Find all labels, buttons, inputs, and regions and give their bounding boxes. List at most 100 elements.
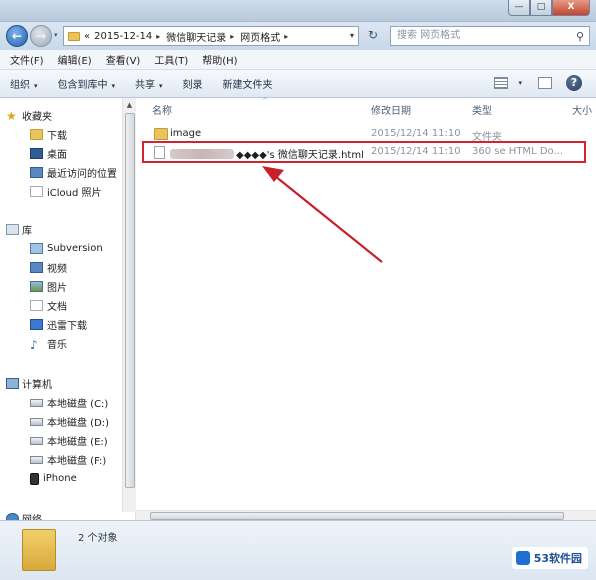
nav-item-iphone[interactable]: iPhone bbox=[0, 469, 122, 488]
iphone-icon bbox=[30, 472, 39, 485]
nav-item-subversion[interactable]: Subversion bbox=[0, 239, 122, 258]
menu-help[interactable]: 帮助(H) bbox=[202, 52, 237, 67]
breadcrumb-overflow[interactable]: « bbox=[84, 31, 90, 42]
hard-drive-icon bbox=[30, 417, 43, 426]
nav-item-recent-places[interactable]: 最近访问的位置 bbox=[0, 163, 122, 182]
downloads-folder-icon bbox=[30, 129, 43, 140]
videos-library-icon bbox=[30, 262, 43, 273]
menu-file[interactable]: 文件(F) bbox=[10, 52, 44, 67]
address-dropdown-icon[interactable]: ▾ bbox=[350, 31, 354, 40]
maximize-button[interactable]: □ bbox=[530, 0, 552, 16]
nav-item-documents[interactable]: 文档 bbox=[0, 296, 122, 315]
scrollbar-thumb[interactable] bbox=[125, 113, 135, 488]
horizontal-scrollbar[interactable] bbox=[136, 510, 596, 520]
back-button[interactable]: ← bbox=[6, 25, 28, 47]
nav-item-label: Subversion bbox=[47, 243, 103, 254]
nav-item-label: 本地磁盘 (D:) bbox=[47, 418, 110, 429]
nav-item-thunder-downloads[interactable]: 迅雷下载 bbox=[0, 315, 122, 334]
column-header-name[interactable]: 名称 bbox=[152, 102, 172, 117]
nav-favorites-label: 收藏夹 bbox=[22, 112, 52, 123]
nav-item-icloud-photos[interactable]: iCloud 照片 bbox=[0, 182, 122, 201]
nav-computer-label: 计算机 bbox=[22, 380, 52, 391]
recent-pages-dropdown[interactable]: ▾ bbox=[54, 31, 58, 39]
file-list: ^ 名称 修改日期 类型 大小 image 2015/12/14 11:10 文… bbox=[136, 97, 596, 520]
scroll-up-icon[interactable]: ▲ bbox=[123, 98, 136, 112]
nav-item-drive-e[interactable]: 本地磁盘 (E:) bbox=[0, 431, 122, 450]
computer-group: 计算机 本地磁盘 (C:) 本地磁盘 (D:) 本地磁盘 (E:) 本地磁盘 (… bbox=[0, 374, 122, 488]
site-logo-icon bbox=[515, 551, 530, 565]
nav-item-label: 视频 bbox=[47, 264, 67, 275]
view-options-dropdown[interactable]: ▾ bbox=[518, 79, 522, 87]
nav-item-label: 本地磁盘 (C:) bbox=[47, 399, 109, 410]
nav-libraries-label: 库 bbox=[22, 226, 32, 237]
nav-item-music[interactable]: ♪ 音乐 bbox=[0, 334, 122, 353]
computer-icon bbox=[6, 378, 19, 389]
chevron-down-icon: ▾ bbox=[34, 82, 38, 90]
breadcrumb-webpage-folder[interactable]: 网页格式 bbox=[240, 29, 280, 44]
chevron-right-icon[interactable]: ▸ bbox=[284, 32, 288, 41]
highlight-box bbox=[142, 141, 586, 163]
nav-item-label: 本地磁盘 (E:) bbox=[47, 437, 108, 448]
nav-libraries[interactable]: 库 bbox=[0, 220, 122, 239]
refresh-button[interactable]: ↻ bbox=[362, 26, 384, 46]
nav-computer[interactable]: 计算机 bbox=[0, 374, 122, 393]
file-name: image bbox=[170, 128, 202, 139]
menu-edit[interactable]: 编辑(E) bbox=[58, 52, 92, 67]
menu-view[interactable]: 查看(V) bbox=[106, 52, 141, 67]
scrollbar-thumb[interactable] bbox=[150, 512, 564, 520]
chevron-down-icon: ▾ bbox=[111, 82, 116, 90]
organize-button[interactable]: 组织 ▾ bbox=[10, 76, 38, 91]
nav-item-label: iPhone bbox=[43, 473, 77, 484]
chevron-down-icon: ▾ bbox=[159, 82, 163, 90]
change-view-icon[interactable] bbox=[494, 77, 509, 89]
nav-item-label: 桌面 bbox=[47, 150, 67, 161]
include-library-label: 包含到库中 bbox=[57, 80, 108, 91]
burn-button[interactable]: 刻录 bbox=[183, 76, 203, 91]
navigation-scrollbar[interactable]: ▲ bbox=[122, 98, 136, 512]
new-folder-button[interactable]: 新建文件夹 bbox=[223, 76, 273, 91]
close-button[interactable]: X bbox=[552, 0, 590, 16]
pictures-library-icon bbox=[30, 281, 43, 292]
address-bar[interactable]: « 2015-12-14 ▸ 微信聊天记录 ▸ 网页格式 ▸ ▾ bbox=[63, 26, 359, 46]
subversion-library-icon bbox=[30, 243, 43, 254]
search-input[interactable]: 搜索 网页格式 ⚲ bbox=[390, 26, 590, 46]
nav-item-desktop[interactable]: 桌面 bbox=[0, 144, 122, 163]
nav-item-pictures[interactable]: 图片 bbox=[0, 277, 122, 296]
help-icon[interactable]: ? bbox=[566, 75, 582, 91]
nav-item-label: 最近访问的位置 bbox=[47, 169, 117, 180]
nav-item-drive-c[interactable]: 本地磁盘 (C:) bbox=[0, 393, 122, 412]
forward-button[interactable]: → bbox=[30, 25, 52, 47]
share-button[interactable]: 共享 ▾ bbox=[135, 76, 163, 91]
column-header-date[interactable]: 修改日期 bbox=[371, 102, 411, 117]
star-icon: ★ bbox=[6, 108, 17, 123]
nav-item-label: 音乐 bbox=[47, 340, 67, 351]
menu-tools[interactable]: 工具(T) bbox=[154, 52, 188, 67]
nav-favorites[interactable]: ★ 收藏夹 bbox=[0, 106, 122, 125]
nav-item-videos[interactable]: 视频 bbox=[0, 258, 122, 277]
icloud-photos-icon bbox=[30, 186, 43, 197]
sort-caret-icon: ^ bbox=[262, 97, 268, 105]
thunder-downloads-icon bbox=[30, 319, 43, 330]
include-in-library-button[interactable]: 包含到库中 ▾ bbox=[58, 76, 116, 91]
column-header-size[interactable]: 大小 bbox=[572, 102, 592, 117]
minimize-button[interactable]: — bbox=[508, 0, 530, 16]
file-date: 2015/12/14 11:10 bbox=[371, 128, 461, 139]
chevron-right-icon[interactable]: ▸ bbox=[230, 32, 234, 41]
favorites-group: ★ 收藏夹 下载 桌面 最近访问的位置 iCloud 照片 bbox=[0, 106, 122, 201]
breadcrumb-date-folder[interactable]: 2015-12-14 bbox=[94, 31, 152, 42]
nav-item-drive-f[interactable]: 本地磁盘 (F:) bbox=[0, 450, 122, 469]
toolbar-right-group: ▾ ? bbox=[494, 75, 582, 91]
share-label: 共享 bbox=[135, 80, 156, 91]
preview-pane-icon[interactable] bbox=[538, 77, 552, 89]
item-count: 2 个对象 bbox=[78, 533, 118, 544]
chevron-right-icon[interactable]: ▸ bbox=[156, 32, 160, 41]
title-bar: — □ X bbox=[0, 0, 596, 22]
breadcrumb-wechat-folder[interactable]: 微信聊天记录 bbox=[166, 29, 226, 44]
column-header-type[interactable]: 类型 bbox=[472, 102, 492, 117]
nav-item-drive-d[interactable]: 本地磁盘 (D:) bbox=[0, 412, 122, 431]
folder-icon bbox=[154, 128, 168, 140]
nav-item-downloads[interactable]: 下载 bbox=[0, 125, 122, 144]
status-bar: 2 个对象 53软件园 bbox=[0, 520, 596, 580]
window-controls: — □ X bbox=[508, 0, 590, 16]
search-icon[interactable]: ⚲ bbox=[576, 28, 584, 46]
